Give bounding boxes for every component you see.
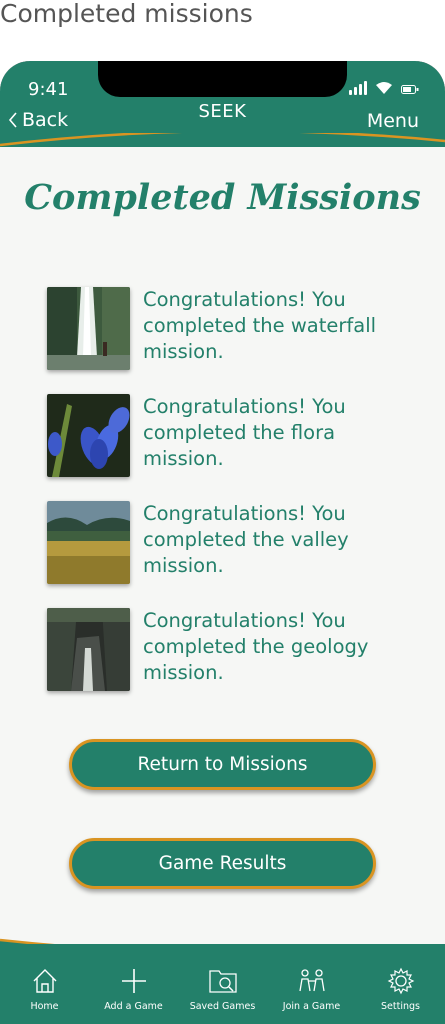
tab-home[interactable]: Home [0, 952, 89, 1012]
tab-label: Saved Games [189, 1001, 256, 1012]
tab-join-game[interactable]: Join a Game [267, 952, 356, 1012]
people-icon [298, 969, 325, 992]
device-notch [98, 61, 347, 97]
mission-message: Congratulations! You completed the flora… [143, 395, 346, 470]
tab-settings[interactable]: Settings [356, 952, 445, 1012]
gear-icon [387, 967, 414, 995]
mission-message: Congratulations! You completed the water… [143, 288, 377, 363]
battery-icon [401, 83, 419, 95]
folder-search-icon [208, 970, 237, 993]
home-icon [33, 969, 56, 993]
return-to-missions-button[interactable]: Return to Missions [69, 739, 376, 790]
waterfall-photo [47, 287, 130, 370]
mission-message: Congratulations! You completed the valle… [143, 502, 349, 577]
app-screen: 9:41 Back SEEK Menu Completed Missions C… [0, 61, 445, 1024]
status-icons [349, 81, 419, 95]
mission-item-geology: Congratulations! You completed the geolo… [47, 608, 417, 715]
geology-photo [47, 608, 130, 691]
valley-photo [47, 501, 130, 584]
tab-label: Join a Game [282, 1001, 341, 1012]
page-caption: Completed missions [0, 0, 253, 28]
tab-saved-games[interactable]: Saved Games [178, 952, 267, 1012]
mission-item-flora: Congratulations! You completed the flora… [47, 394, 417, 501]
header-curve [0, 133, 445, 147]
bottom-tab-bar: Home Add a Game Saved Games Join a Game … [0, 944, 445, 1024]
mission-message: Congratulations! You completed the geolo… [143, 609, 369, 684]
phone-frame: 9:41 Back SEEK Menu Completed Missions C… [0, 61, 445, 1024]
flora-photo [47, 394, 130, 477]
signal-icon [349, 81, 367, 95]
mission-item-valley: Congratulations! You completed the valle… [47, 501, 417, 608]
plus-icon [121, 969, 146, 993]
tab-label: Add a Game [104, 1001, 163, 1012]
menu-button[interactable]: Menu [367, 110, 419, 132]
mission-list: Congratulations! You completed the water… [47, 287, 417, 715]
game-results-button[interactable]: Game Results [69, 838, 376, 889]
tab-label: Home [30, 1001, 59, 1012]
mission-item-waterfall: Congratulations! You completed the water… [47, 287, 417, 394]
wifi-icon [375, 81, 393, 95]
status-time: 9:41 [28, 79, 69, 100]
page-title: Completed Missions [24, 177, 421, 218]
tab-add-game[interactable]: Add a Game [89, 952, 178, 1012]
tab-label: Settings [381, 1001, 420, 1012]
